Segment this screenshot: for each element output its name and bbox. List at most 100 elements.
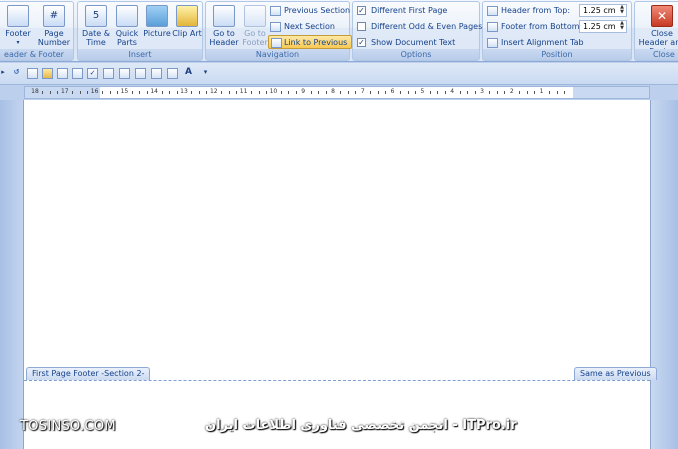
ruler-tick: [265, 91, 267, 94]
clip-art-icon: [176, 5, 198, 27]
more-icon[interactable]: ▾: [200, 68, 211, 79]
ruler-tick: [437, 91, 439, 94]
ruler-number: 9: [301, 88, 306, 95]
horizontal-ruler[interactable]: 18 17 16 15 14 13 12 11 10 9 8 7 6 5 4 3 2 1: [24, 86, 650, 99]
ruler-tick: [176, 91, 178, 94]
ruler-tick: [116, 91, 118, 94]
group-label-close: Close: [635, 49, 678, 60]
ruler-tick: [496, 91, 498, 94]
ruler-tick: [72, 91, 74, 94]
ruler-number: 11: [239, 88, 248, 95]
header-from-top-label: Header from Top:: [487, 4, 570, 18]
spinner-arrows-icon[interactable]: ▲ ▼: [618, 21, 626, 32]
ruler-number: 2: [509, 88, 514, 95]
ruler-tick: [109, 91, 111, 94]
go-to-header-button[interactable]: Go to Header: [207, 4, 241, 50]
ruler-number: 16: [90, 88, 99, 95]
ruler-tick: [161, 91, 163, 94]
ruler-tick: [325, 91, 327, 94]
ruler-tick: [355, 91, 357, 94]
document-page[interactable]: [24, 100, 650, 449]
ruler-tick: [87, 91, 89, 94]
alignment-tab-icon: [487, 38, 498, 48]
show-document-text-checkbox[interactable]: ✓ Show Document Text: [357, 36, 455, 49]
ruler-number: 12: [209, 88, 218, 95]
footer-icon: [7, 5, 29, 27]
ruler-tick: [414, 91, 416, 94]
different-odd-even-checkbox[interactable]: Different Odd & Even Pages: [357, 20, 482, 33]
save-icon[interactable]: [57, 68, 68, 79]
ruler-tick: [139, 91, 141, 94]
toolbar-arrow-icon[interactable]: ▸: [0, 68, 6, 79]
next-section-button[interactable]: Next Section: [270, 20, 335, 34]
ruler-number: 3: [480, 88, 484, 95]
ruler-tick: [459, 91, 461, 94]
ruler-tick: [347, 91, 349, 94]
different-first-page-checkbox[interactable]: ✓ Different First Page: [357, 4, 447, 17]
undo-icon[interactable]: ↺: [11, 68, 22, 79]
spelling-icon[interactable]: ✓: [87, 68, 98, 79]
ruler-tick: [519, 91, 521, 94]
checkbox-checked-icon: ✓: [357, 38, 366, 47]
footer-boundary-line: [24, 380, 650, 381]
show-hide-icon[interactable]: [167, 68, 178, 79]
quick-parts-button[interactable]: Quick Parts: [110, 4, 144, 50]
watermark-left: TOSINSO.COM: [20, 419, 116, 434]
header-from-top-input[interactable]: 1.25 cm ▲ ▼: [579, 4, 627, 17]
format-painter-icon[interactable]: [103, 68, 114, 79]
open-icon[interactable]: [42, 68, 53, 79]
ruler-tick: [385, 91, 387, 94]
ruler-number: 5: [420, 88, 425, 95]
insert-alignment-tab-button[interactable]: Insert Alignment Tab: [487, 36, 584, 50]
clip-art-button[interactable]: Clip Art: [170, 4, 204, 50]
page-number-button[interactable]: # Page Number: [35, 4, 73, 50]
footer-button[interactable]: Footer ▾: [1, 4, 35, 50]
group-label-options: Options: [353, 49, 479, 60]
close-header-footer-button[interactable]: ✕ Close Header and Footer: [637, 4, 678, 56]
close-icon: ✕: [651, 5, 673, 27]
ruler-tick: [504, 91, 506, 94]
ruler-tick: [251, 91, 253, 94]
ruler-number: 13: [180, 88, 188, 95]
ruler-tick: [198, 91, 200, 94]
group-label-header-footer: eader & Footer: [0, 49, 73, 60]
document-workspace: [0, 100, 678, 449]
footer-position-icon: [487, 22, 498, 32]
group-navigation: Go to Header Go to Footer Previous Secti…: [205, 1, 353, 61]
ruler-tick: [467, 91, 469, 94]
picture-button[interactable]: Picture: [140, 4, 174, 50]
watermark-right: ITPro.ir - انجمن تخصصی فناوری اطلاعات ای…: [205, 418, 517, 433]
ruler-tick: [526, 91, 528, 94]
ruler-tick: [295, 91, 297, 94]
document-map-icon[interactable]: [151, 68, 162, 79]
ruler-tick: [49, 91, 51, 94]
ruler-tick: [79, 91, 81, 94]
link-icon: [271, 38, 282, 48]
previous-section-button[interactable]: Previous Section: [270, 4, 350, 18]
ribbon: Footer ▾ # Page Number eader & Footer 5 …: [0, 0, 678, 62]
footer-from-bottom-input[interactable]: 1.25 cm ▲ ▼: [579, 20, 627, 33]
spinner-arrows-icon[interactable]: ▲ ▼: [618, 5, 626, 16]
ruler-tick: [489, 91, 491, 94]
ruler-tick: [340, 91, 342, 94]
link-to-previous-button[interactable]: Link to Previous: [268, 35, 353, 49]
ruler-tick: [206, 91, 208, 94]
ruler-tick: [57, 91, 59, 94]
drawing-icon[interactable]: [135, 68, 146, 79]
ruler-tick: [534, 91, 536, 94]
page-number-icon: #: [43, 5, 65, 27]
ruler-tick: [318, 91, 320, 94]
date-time-button[interactable]: 5 Date & Time: [79, 4, 113, 50]
ruler-tick: [407, 91, 409, 94]
text-direction-icon[interactable]: A: [183, 68, 194, 79]
ruler-number: 18: [31, 88, 39, 95]
print-preview-icon[interactable]: [72, 68, 83, 79]
group-label-position: Position: [483, 49, 631, 60]
go-to-header-icon: [213, 5, 235, 27]
new-icon[interactable]: [27, 68, 38, 79]
group-label-insert: Insert: [78, 49, 202, 60]
go-to-footer-button[interactable]: Go to Footer: [238, 4, 272, 50]
ruler-tick: [400, 91, 402, 94]
table-icon[interactable]: [119, 68, 130, 79]
quick-parts-icon: [116, 5, 138, 27]
